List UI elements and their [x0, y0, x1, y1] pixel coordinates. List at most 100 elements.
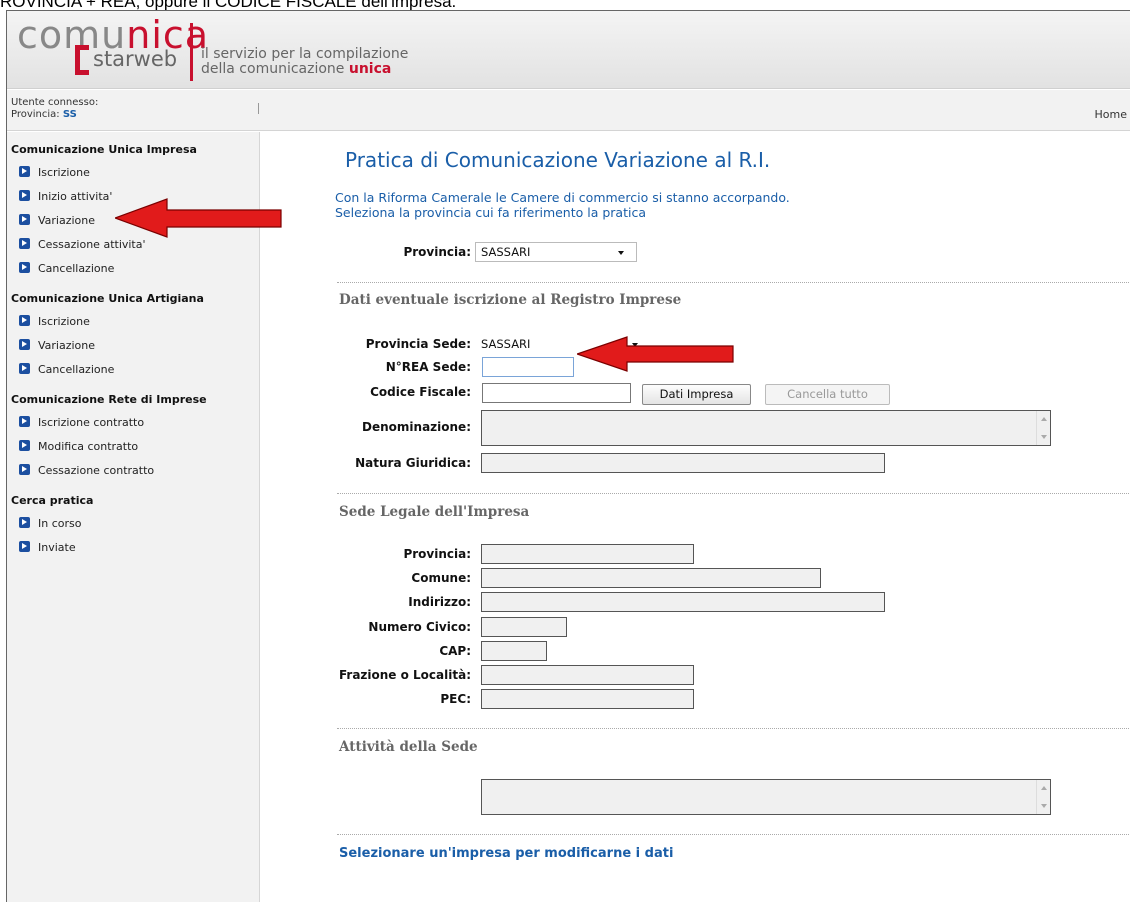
comune-label: Comune: [411, 571, 471, 585]
indirizzo-label: Indirizzo: [408, 595, 471, 609]
nav-item-artigiana-cancellazione[interactable]: Cancellazione [7, 358, 259, 382]
cap-label: CAP: [439, 644, 471, 658]
section-divider [337, 493, 1130, 494]
sede-provincia-label: Provincia: [403, 547, 471, 561]
main-content: Pratica di Comunicazione Variazione al R… [261, 132, 1130, 902]
section-sede-title: Sede Legale dell'Impresa [339, 504, 530, 520]
nav-item-rete-modifica[interactable]: Modifica contratto [7, 435, 259, 459]
scrollbar[interactable] [1036, 780, 1050, 814]
intro-text: Con la Riforma Camerale le Camere di com… [335, 190, 790, 220]
arrow-right-icon [19, 541, 30, 552]
nav-item-label: Variazione [38, 339, 96, 352]
intro-line1: Con la Riforma Camerale le Camere di com… [335, 190, 790, 205]
nav-item-impresa-cancellazione[interactable]: Cancellazione [7, 257, 259, 281]
nav-item-label: In corso [38, 517, 82, 530]
provincia-select[interactable]: SASSARI [475, 242, 637, 262]
frazione-label: Frazione o Località: [338, 668, 471, 682]
tagline-accent: unica [348, 61, 392, 77]
arrow-right-icon [19, 464, 30, 475]
nav-item-rete-cessazione[interactable]: Cessazione contratto [7, 459, 259, 483]
scrollbar[interactable] [1036, 411, 1050, 445]
sede-provincia-input[interactable] [481, 544, 694, 564]
nav-item-label: Cancellazione [38, 363, 115, 376]
section-attivita-title: Attività della Sede [339, 739, 478, 755]
codice-fiscale-input[interactable] [482, 383, 631, 403]
arrow-right-icon [19, 238, 30, 249]
numero-civico-input[interactable] [481, 617, 567, 637]
nav-item-inviate[interactable]: Inviate [7, 536, 259, 560]
provincia-label: Provincia: [403, 245, 471, 259]
pec-input[interactable] [481, 689, 694, 709]
arrow-right-icon [19, 315, 30, 326]
user-info: Utente connesso: Provincia: SS [11, 97, 98, 121]
rea-label: N°REA Sede: [385, 360, 471, 374]
annotation-arrow-icon [115, 198, 282, 238]
comune-input[interactable] [481, 568, 821, 588]
nav-group-artigiana: Comunicazione Unica Artigiana [11, 292, 204, 305]
arrow-right-icon [19, 363, 30, 374]
arrow-right-icon [19, 166, 30, 177]
attivita-textarea[interactable] [481, 779, 1051, 815]
nav-item-label: Inizio attivita' [38, 190, 113, 203]
nav-group-cerca: Cerca pratica [11, 494, 94, 507]
home-link[interactable]: Home [1095, 108, 1127, 121]
section-divider [337, 728, 1130, 729]
header: comunica starweb il servizio per la comp… [7, 11, 1130, 89]
user-bar-divider [258, 103, 259, 114]
province-value: SS [62, 109, 77, 120]
section-divider [337, 282, 1130, 283]
nav-item-rete-iscrizione[interactable]: Iscrizione contratto [7, 411, 259, 435]
province-label: Provincia: [11, 109, 60, 120]
frazione-input[interactable] [481, 665, 694, 685]
nav-group-rete: Comunicazione Rete di Imprese [11, 393, 207, 406]
nav-item-artigiana-iscrizione[interactable]: Iscrizione [7, 310, 259, 334]
nav-item-impresa-iscrizione[interactable]: Iscrizione [7, 161, 259, 185]
nav-item-label: Variazione [38, 214, 96, 227]
provincia-sede-label: Provincia Sede: [365, 337, 471, 351]
cancella-tutto-button[interactable]: Cancella tutto [765, 384, 890, 405]
nav-item-artigiana-variazione[interactable]: Variazione [7, 334, 259, 358]
section-registro-title: Dati eventuale iscrizione al Registro Im… [339, 292, 682, 308]
logo-bracket-icon [75, 45, 89, 75]
nav-item-label: Iscrizione [38, 166, 90, 179]
browser-page: comunica starweb il servizio per la comp… [6, 10, 1130, 902]
natura-giuridica-label: Natura Giuridica: [355, 456, 471, 470]
nav-item-label: Cancellazione [38, 262, 115, 275]
indirizzo-input[interactable] [481, 592, 885, 612]
nav-group-impresa: Comunicazione Unica Impresa [11, 143, 197, 156]
numero-civico-label: Numero Civico: [368, 620, 471, 634]
intro-line2: Seleziona la provincia cui fa riferiment… [335, 205, 646, 220]
codice-fiscale-label: Codice Fiscale: [370, 385, 471, 399]
nav-item-label: Cessazione attivita' [38, 238, 146, 251]
tagline-line2: della comunicazione unica [201, 62, 408, 77]
arrow-right-icon [19, 262, 30, 273]
nav-item-in-corso[interactable]: In corso [7, 512, 259, 536]
arrow-right-icon [19, 440, 30, 451]
screenshot-caption: ROVINCIA + REA, oppure il CODICE FISCALE… [0, 0, 457, 10]
natura-giuridica-input[interactable] [481, 453, 885, 473]
denominazione-textarea[interactable] [481, 410, 1051, 446]
section-divider [337, 834, 1130, 835]
nav-item-label: Iscrizione contratto [38, 416, 145, 429]
tagline-prefix: della comunicazione [201, 61, 349, 77]
arrow-right-icon [19, 416, 30, 427]
annotation-arrow-icon [577, 336, 734, 372]
chevron-down-icon [618, 251, 624, 255]
logo-divider [190, 23, 193, 81]
dati-impresa-button[interactable]: Dati Impresa [642, 384, 751, 405]
arrow-right-icon [19, 339, 30, 350]
tagline: il servizio per la compilazione della co… [201, 47, 408, 77]
denominazione-label: Denominazione: [362, 420, 471, 434]
select-impresa-link[interactable]: Selezionare un'impresa per modificarne i… [339, 846, 673, 861]
nav-item-label: Modifica contratto [38, 440, 139, 453]
province-info: Provincia: SS [11, 109, 98, 121]
nav-item-label: Inviate [38, 541, 76, 554]
arrow-right-icon [19, 517, 30, 528]
nav-item-label: Cessazione contratto [38, 464, 155, 477]
logo-subtitle: starweb [93, 47, 178, 71]
user-bar: Utente connesso: Provincia: SS Home [7, 90, 1130, 131]
rea-input[interactable] [482, 357, 574, 377]
cap-input[interactable] [481, 641, 547, 661]
arrow-right-icon [19, 214, 30, 225]
provincia-select-value: SASSARI [481, 245, 531, 259]
